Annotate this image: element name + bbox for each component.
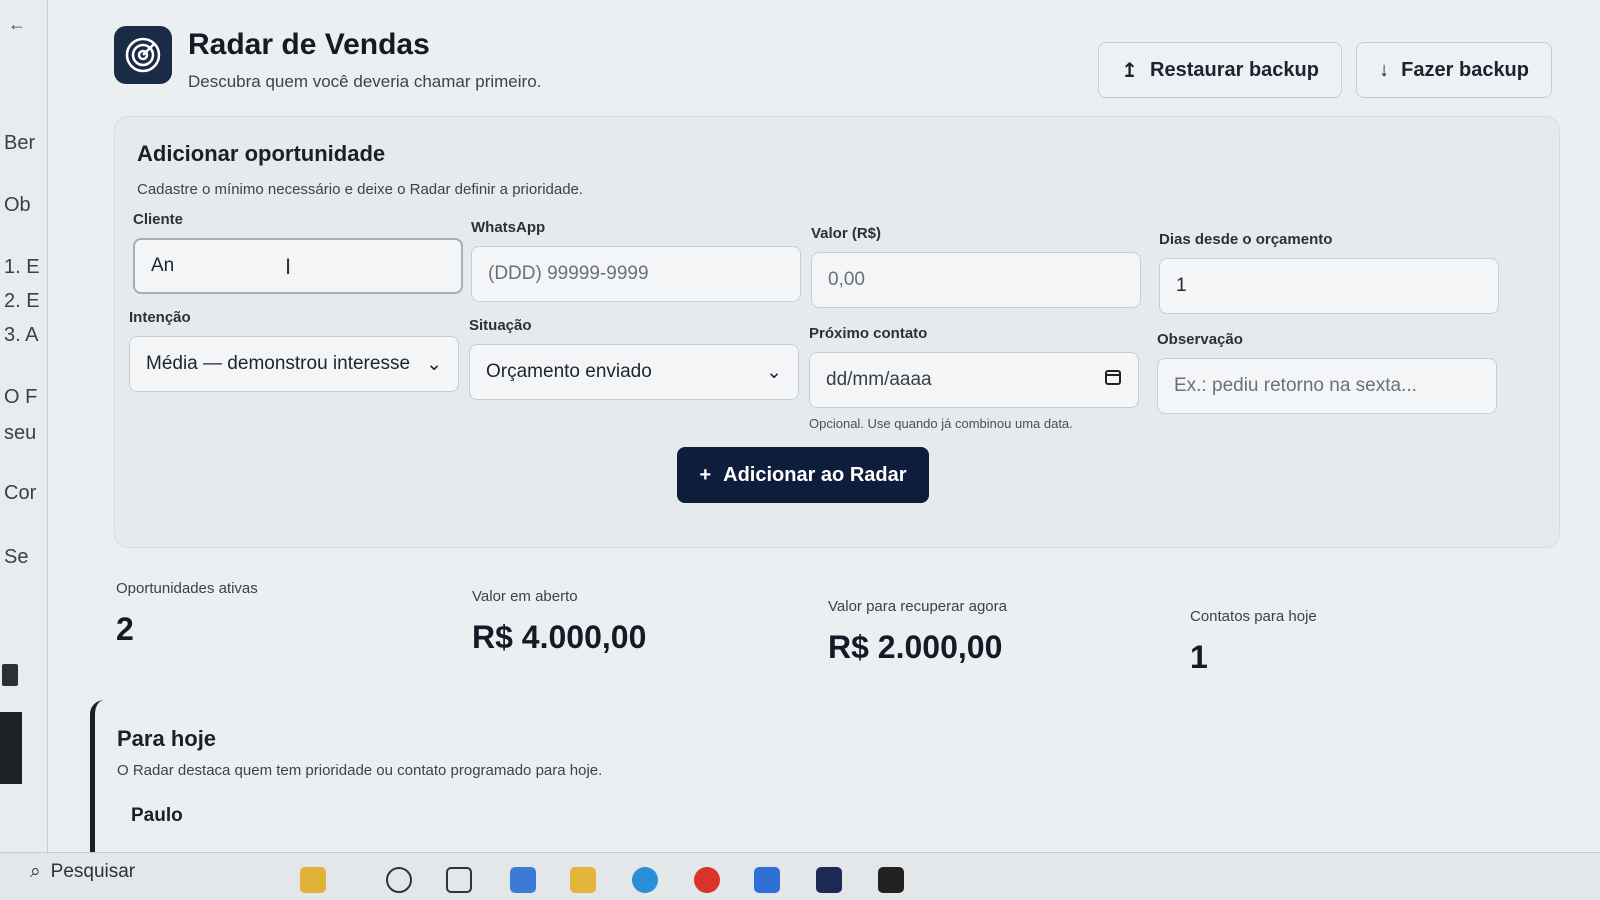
back-arrow-icon[interactable]: ← — [8, 14, 26, 35]
cliente-value: An — [151, 255, 175, 276]
start-search-icon[interactable] — [386, 867, 412, 893]
text-cursor-icon: I — [285, 254, 292, 279]
plus-icon: + — [699, 463, 712, 486]
cliente-label: Cliente — [133, 211, 184, 228]
intencao-value: Média — demonstrou interesse — [146, 353, 411, 374]
store-icon[interactable] — [754, 867, 780, 893]
situacao-select[interactable]: Orçamento enviado ⌄ — [469, 344, 799, 400]
stat-label: Oportunidades ativas — [116, 580, 258, 597]
background-text: seu — [4, 422, 37, 444]
app-subtitle: Descubra quem você deveria chamar primei… — [188, 72, 542, 91]
dias-label: Dias desde o orçamento — [1159, 231, 1333, 248]
stat-label: Contatos para hoje — [1190, 608, 1317, 625]
card-title: Adicionar oportunidade — [137, 141, 386, 166]
whatsapp-label: WhatsApp — [471, 219, 546, 236]
app-window: Radar de Vendas Descubra quem você dever… — [48, 0, 1600, 860]
situacao-field: Situação Orçamento enviado ⌄ — [469, 317, 799, 400]
background-text: Ob — [4, 194, 31, 216]
taskbar-search[interactable]: ⌕ Pesquisar — [30, 861, 135, 883]
app-title: Radar de Vendas — [188, 28, 430, 61]
background-text: Ber — [4, 132, 36, 154]
make-backup-button[interactable]: ↓ Fazer backup — [1356, 42, 1552, 98]
today-section: Para hoje O Radar destaca quem tem prior… — [90, 700, 1560, 860]
whatsapp-placeholder: (DDD) 99999-9999 — [488, 263, 649, 284]
background-text: Se — [4, 546, 29, 568]
search-icon: ⌕ — [30, 861, 41, 882]
background-dark-panel — [0, 712, 22, 784]
valor-placeholder: 0,00 — [828, 269, 865, 290]
today-client-name[interactable]: Paulo — [117, 805, 1560, 827]
situacao-value: Orçamento enviado — [486, 361, 652, 382]
add-to-radar-label: Adicionar ao Radar — [723, 463, 907, 486]
chevron-down-icon: ⌄ — [426, 353, 442, 375]
valor-field: Valor (R$) 0,00 — [811, 225, 1141, 308]
intencao-label: Intenção — [129, 309, 191, 326]
restore-backup-button[interactable]: ↥ Restaurar backup — [1098, 42, 1342, 98]
card-description: Cadastre o mínimo necessário e deixe o R… — [137, 181, 584, 198]
today-description: O Radar destaca quem tem prioridade ou c… — [117, 762, 603, 779]
proximo-contato-input[interactable]: dd/mm/aaaa — [809, 352, 1139, 408]
folder-icon[interactable] — [570, 867, 596, 893]
observacao-placeholder: Ex.: pediu retorno na sexta... — [1174, 375, 1417, 396]
download-arrow-icon: ↓ — [1379, 58, 1390, 81]
upload-arrow-icon: ↥ — [1121, 59, 1139, 82]
dias-field: Dias desde o orçamento 1 — [1159, 231, 1499, 314]
stat-value: R$ 4.000,00 — [472, 619, 647, 655]
stat-active-opportunities: Oportunidades ativas 2 — [116, 580, 258, 648]
chevron-down-icon: ⌄ — [766, 361, 782, 383]
observacao-input[interactable]: Ex.: pediu retorno na sexta... — [1157, 358, 1497, 414]
background-text: 3. A — [4, 324, 39, 346]
taskbar-search-label: Pesquisar — [50, 861, 136, 882]
stat-label: Valor para recuperar agora — [828, 598, 1007, 615]
today-title: Para hoje — [117, 726, 217, 751]
cliente-input[interactable]: An I — [133, 238, 463, 294]
whatsapp-input[interactable]: (DDD) 99999-9999 — [471, 246, 801, 302]
whatsapp-field: WhatsApp (DDD) 99999-9999 — [471, 219, 801, 302]
background-text: O F — [4, 386, 38, 408]
make-backup-label: Fazer backup — [1401, 58, 1529, 81]
stat-value: 2 — [116, 611, 134, 647]
task-view-icon[interactable] — [446, 867, 472, 893]
dias-input[interactable]: 1 — [1159, 258, 1499, 314]
cliente-field: Cliente An I — [133, 211, 463, 294]
browser-icon[interactable] — [632, 867, 658, 893]
terminal-icon[interactable] — [878, 867, 904, 893]
chrome-icon[interactable] — [694, 867, 720, 893]
intencao-field: Intenção Média — demonstrou interesse ⌄ — [129, 309, 459, 392]
stat-value: R$ 2.000,00 — [828, 629, 1003, 665]
proximo-contato-label: Próximo contato — [809, 325, 928, 342]
add-opportunity-card: Adicionar oportunidade Cadastre o mínimo… — [114, 116, 1560, 548]
stat-label: Valor em aberto — [472, 588, 578, 605]
calendar-icon[interactable] — [1104, 368, 1122, 392]
restore-backup-label: Restaurar backup — [1150, 58, 1319, 81]
stat-recover-value: Valor para recuperar agora R$ 2.000,00 — [828, 598, 1007, 666]
background-text: 2. E — [4, 290, 40, 312]
situacao-label: Situação — [469, 317, 532, 334]
proximo-contato-hint: Opcional. Use quando já combinou uma dat… — [809, 416, 1073, 431]
background-text: 1. E — [4, 256, 40, 278]
dias-value: 1 — [1176, 275, 1187, 296]
valor-input[interactable]: 0,00 — [811, 252, 1141, 308]
background-text: Cor — [4, 482, 37, 504]
taskbar: ⌕ Pesquisar — [0, 852, 1600, 900]
stat-contacts-today: Contatos para hoje 1 — [1190, 608, 1317, 676]
valor-label: Valor (R$) — [811, 225, 882, 242]
app-header: Radar de Vendas Descubra quem você dever… — [114, 0, 1560, 110]
document-icon[interactable] — [2, 664, 18, 686]
proximo-contato-placeholder: dd/mm/aaaa — [826, 369, 932, 390]
app-icon[interactable] — [510, 867, 536, 893]
observacao-field: Observação Ex.: pediu retorno na sexta..… — [1157, 331, 1497, 414]
observacao-label: Observação — [1157, 331, 1243, 348]
app-icon[interactable] — [816, 867, 842, 893]
radar-logo-icon — [114, 26, 172, 84]
intencao-select[interactable]: Média — demonstrou interesse ⌄ — [129, 336, 459, 392]
stat-open-value: Valor em aberto R$ 4.000,00 — [472, 588, 646, 656]
proximo-contato-field: Próximo contato dd/mm/aaaa Opcional. Use… — [809, 325, 1139, 431]
add-to-radar-button[interactable]: + Adicionar ao Radar — [677, 447, 929, 503]
stat-value: 1 — [1190, 639, 1208, 675]
widget-icon[interactable] — [300, 867, 326, 893]
background-window: ← Ber Ob 1. E 2. E 3. A O F seu Cor Se — [0, 0, 48, 900]
